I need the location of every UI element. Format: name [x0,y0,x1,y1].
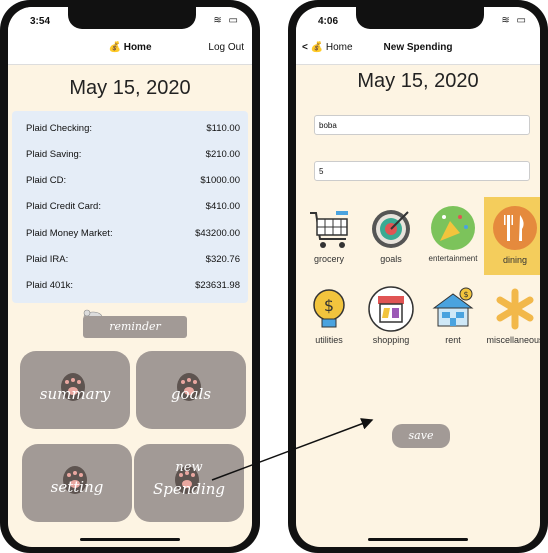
status-time: 3:54 [30,16,51,27]
store-icon [368,286,414,332]
reminder-button[interactable]: reminder [83,316,187,338]
category-dining[interactable]: dining [484,197,540,275]
summary-label: summary [39,385,111,403]
new-spending-label-line1: new [175,460,203,475]
category-utilities[interactable]: $ utilities [298,284,360,356]
new-spending-button[interactable]: new Spending [134,444,244,522]
nav-bar: 💰 Home Log Out [8,33,252,65]
nav-bar: < 💰 Home New Spending [296,33,540,65]
spending-amount-input[interactable]: 5 [314,161,530,181]
account-name: Plaid Saving: [26,149,82,160]
account-value: $1000.00 [200,175,240,186]
category-goals[interactable]: goals [360,203,422,275]
account-value: $410.00 [205,201,240,212]
new-spending-screen: 4:06 ≋ ▭ < 💰 Home New Spending May 15, 2… [296,7,540,547]
category-miscellaneous[interactable]: miscellaneous [484,284,540,356]
account-value: $110.00 [206,123,240,134]
date-title: May 15, 2020 [69,77,191,99]
target-icon [372,210,410,248]
account-value: $23631.98 [195,280,240,291]
goals-label: goals [170,385,212,403]
page-title-text: Home [123,42,152,53]
account-name: Plaid Checking: [26,123,93,134]
wifi-battery-icon: ≋ ▭ [213,15,240,26]
page-title: New Spending [383,42,453,53]
category-grocery[interactable]: grocery [298,203,360,275]
house-icon: $ [432,287,474,327]
category-entertainment[interactable]: entertainment [422,203,484,275]
account-name: Plaid CD: [26,175,67,186]
list-item: Plaid IRA: $320.76 [26,254,240,268]
list-item: Plaid Money Market: $43200.00 [26,228,240,242]
list-item: Plaid Credit Card: $410.00 [26,201,240,215]
shopping-cart-icon [310,211,348,248]
account-value: $43200.00 [195,228,240,239]
account-value: $210.00 [205,149,240,160]
status-time: 4:06 [318,16,339,27]
phone-notch [68,7,196,29]
new-spending-label-line2: Spending [152,480,226,498]
account-name: Plaid IRA: [26,254,69,265]
phone-home-screen: 3:54 ≋ ▭ 💰 Home Log Out May 15, 2020 Pla… [0,0,260,553]
date-title: May 15, 2020 [357,70,479,92]
category-label: dining [502,255,528,265]
list-item: Plaid Saving: $210.00 [26,149,240,163]
setting-label: setting [50,478,104,496]
lightbulb-icon: $ [313,289,345,328]
confetti-icon [431,206,475,250]
list-item: Plaid Checking: $110.00 [26,123,240,137]
goals-button[interactable]: goals [136,351,246,429]
home-screen: 3:54 ≋ ▭ 💰 Home Log Out May 15, 2020 Pla… [8,7,252,547]
list-item: Plaid CD: $1000.00 [26,175,240,189]
phone-new-spending-screen: 4:06 ≋ ▭ < 💰 Home New Spending May 15, 2… [288,0,548,553]
money-bag-icon: 💰 [108,42,121,53]
list-item: Plaid 401k: $23631.98 [26,280,240,294]
account-value: $320.76 [205,254,240,265]
logout-button[interactable]: Log Out [208,42,244,53]
svg-text:$: $ [463,290,468,299]
home-indicator [80,538,180,541]
spending-name-input[interactable]: boba [314,115,530,135]
category-shopping[interactable]: shopping [360,284,422,356]
wifi-battery-icon: ≋ ▭ [501,15,528,26]
category-label: miscellaneous [486,335,540,345]
setting-button[interactable]: setting [22,444,132,522]
account-name: Plaid 401k: [26,280,74,291]
fork-knife-icon [493,206,537,250]
account-name: Plaid Credit Card: [26,201,101,212]
asterisk-icon [496,288,534,330]
account-name: Plaid Money Market: [26,228,113,239]
summary-button[interactable]: summary [20,351,130,429]
accounts-list: Plaid Checking: $110.00 Plaid Saving: $2… [12,111,248,303]
svg-text:$: $ [324,296,334,315]
save-button[interactable]: save [392,424,450,448]
phone-notch [356,7,484,29]
home-indicator [368,538,468,541]
category-rent[interactable]: $ rent [422,284,484,356]
